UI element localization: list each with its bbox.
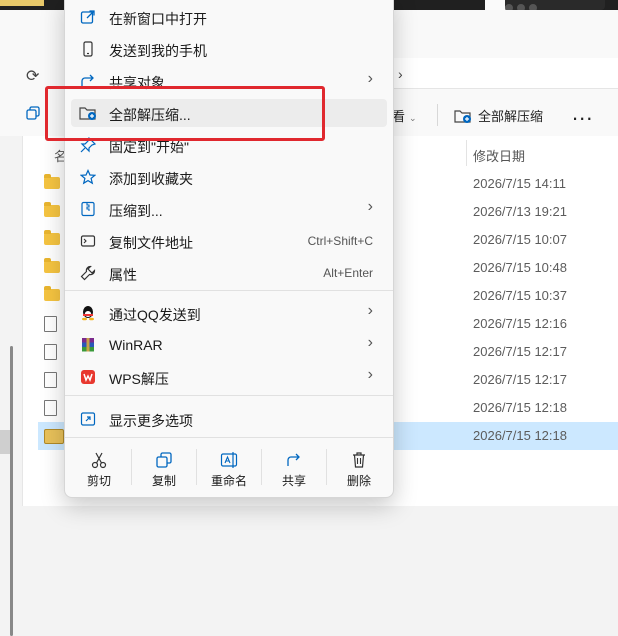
address-bar[interactable] (388, 58, 618, 89)
menu-item-wps-extract[interactable]: WPS解压 › (71, 363, 387, 391)
rename-icon (220, 452, 238, 468)
file-icon (44, 316, 57, 333)
highlight-annotation (45, 86, 325, 141)
column-header-date-modified[interactable]: 修改日期 (473, 146, 525, 165)
file-icon (44, 400, 57, 417)
menu-item-show-more-options[interactable]: 显示更多选项 (71, 405, 387, 433)
copy-icon[interactable] (26, 106, 40, 120)
extract-folder-icon (454, 109, 471, 123)
menu-separator (65, 437, 393, 438)
menu-item-properties[interactable]: 属性 Alt+Enter (71, 259, 387, 287)
menu-item-send-to-phone[interactable]: 发送到我的手机 (71, 35, 387, 63)
refresh-icon[interactable]: ⟳ (26, 66, 39, 86)
winrar-icon (79, 337, 97, 353)
menu-item-label: 通过QQ发送到 (109, 307, 201, 323)
cut-button[interactable]: 剪切 (67, 439, 131, 497)
extract-all-label: 全部解压缩 (478, 109, 544, 124)
delete-label: 删除 (346, 474, 371, 488)
row-date: 2026/7/15 10:07 (473, 232, 567, 247)
column-divider[interactable] (466, 140, 467, 166)
menu-separator (65, 395, 393, 396)
chevron-right-icon[interactable]: › (398, 66, 403, 82)
row-date: 2026/7/15 14:11 (473, 176, 567, 191)
phone-icon (79, 41, 97, 57)
chevron-right-icon: › (367, 70, 373, 87)
chevron-right-icon: › (367, 302, 373, 319)
row-date: 2026/7/15 10:48 (473, 260, 567, 275)
qq-icon (79, 305, 97, 321)
row-date: 2026/7/13 19:21 (473, 204, 567, 219)
scissors-icon (91, 452, 107, 469)
menu-item-compress-to[interactable]: 压缩到... › (71, 195, 387, 223)
menu-separator (65, 290, 393, 291)
menu-item-winrar[interactable]: WinRAR › (71, 331, 387, 359)
copy-label: 复制 (151, 474, 176, 488)
trash-icon (353, 452, 365, 468)
menu-item-open-new-window[interactable]: 在新窗口中打开 (71, 3, 387, 31)
pane-item[interactable] (0, 430, 10, 454)
row-date: 2026/7/15 10:37 (473, 288, 567, 303)
menu-item-label: 压缩到... (109, 203, 163, 219)
menu-item-label: 添加到收藏夹 (109, 171, 193, 187)
menu-item-label: 复制文件地址 (109, 235, 193, 251)
chevron-down-icon: ⌄ (409, 113, 417, 123)
menu-item-add-to-favorites[interactable]: 添加到收藏夹 (71, 163, 387, 191)
menu-item-label: 在新窗口中打开 (109, 11, 207, 27)
file-icon (44, 372, 57, 389)
chevron-right-icon: › (367, 334, 373, 351)
rename-label: 重命名 (210, 474, 247, 488)
menu-item-shortcut: Ctrl+Shift+C (307, 234, 373, 248)
rename-button[interactable]: 重命名 (197, 439, 261, 497)
more-options-icon (79, 411, 97, 427)
context-menu: 在新窗口中打开 发送到我的手机 共享对象 › 全部解压缩... 固定到"开始" … (64, 0, 394, 498)
star-icon (79, 169, 97, 185)
folder-icon (44, 202, 60, 217)
view-button[interactable]: 看 ⌄ (392, 106, 417, 125)
cut-label: 剪切 (86, 474, 111, 488)
menu-item-label: 发送到我的手机 (109, 43, 207, 59)
copy-path-icon (79, 233, 97, 249)
menu-item-label: 显示更多选项 (109, 413, 193, 429)
delete-button[interactable]: 删除 (327, 439, 391, 497)
chevron-right-icon: › (367, 366, 373, 383)
zip-icon (79, 201, 97, 217)
folder-icon (44, 174, 60, 189)
tab-controls (505, 0, 605, 12)
open-new-window-icon (79, 9, 97, 25)
menu-item-copy-as-path[interactable]: 复制文件地址 Ctrl+Shift+C (71, 227, 387, 255)
menu-item-label: 属性 (109, 267, 137, 283)
share-icon (287, 453, 300, 466)
folder-icon (44, 286, 60, 301)
menu-item-label: WPS解压 (109, 371, 169, 387)
wps-icon (79, 369, 97, 385)
menu-item-label: WinRAR (109, 337, 163, 353)
wrench-icon (79, 265, 97, 281)
tab-chip[interactable] (0, 0, 44, 6)
share-label: 共享 (281, 474, 306, 488)
menu-item-send-via-qq[interactable]: 通过QQ发送到 › (71, 299, 387, 327)
row-date: 2026/7/15 12:17 (473, 344, 567, 359)
extract-all-button[interactable]: 全部解压缩 (454, 106, 543, 125)
quick-actions-bar: 剪切 复制 重命名 共享 删除 (65, 439, 393, 497)
row-date: 2026/7/15 12:18 (473, 428, 567, 443)
row-date: 2026/7/15 12:18 (473, 400, 567, 415)
folder-icon (44, 230, 60, 245)
pane-scrollbar[interactable] (10, 346, 13, 636)
toolbar-divider (437, 104, 438, 126)
more-options-button[interactable]: ... (572, 100, 593, 126)
copy-icon (156, 452, 172, 468)
chevron-right-icon: › (367, 198, 373, 215)
copy-button[interactable]: 复制 (132, 439, 196, 497)
row-date: 2026/7/15 12:16 (473, 316, 567, 331)
row-date: 2026/7/15 12:17 (473, 372, 567, 387)
share-button[interactable]: 共享 (262, 439, 326, 497)
file-icon (44, 344, 57, 361)
zip-file-icon (44, 429, 64, 444)
folder-icon (44, 258, 60, 273)
menu-item-shortcut: Alt+Enter (323, 266, 373, 280)
